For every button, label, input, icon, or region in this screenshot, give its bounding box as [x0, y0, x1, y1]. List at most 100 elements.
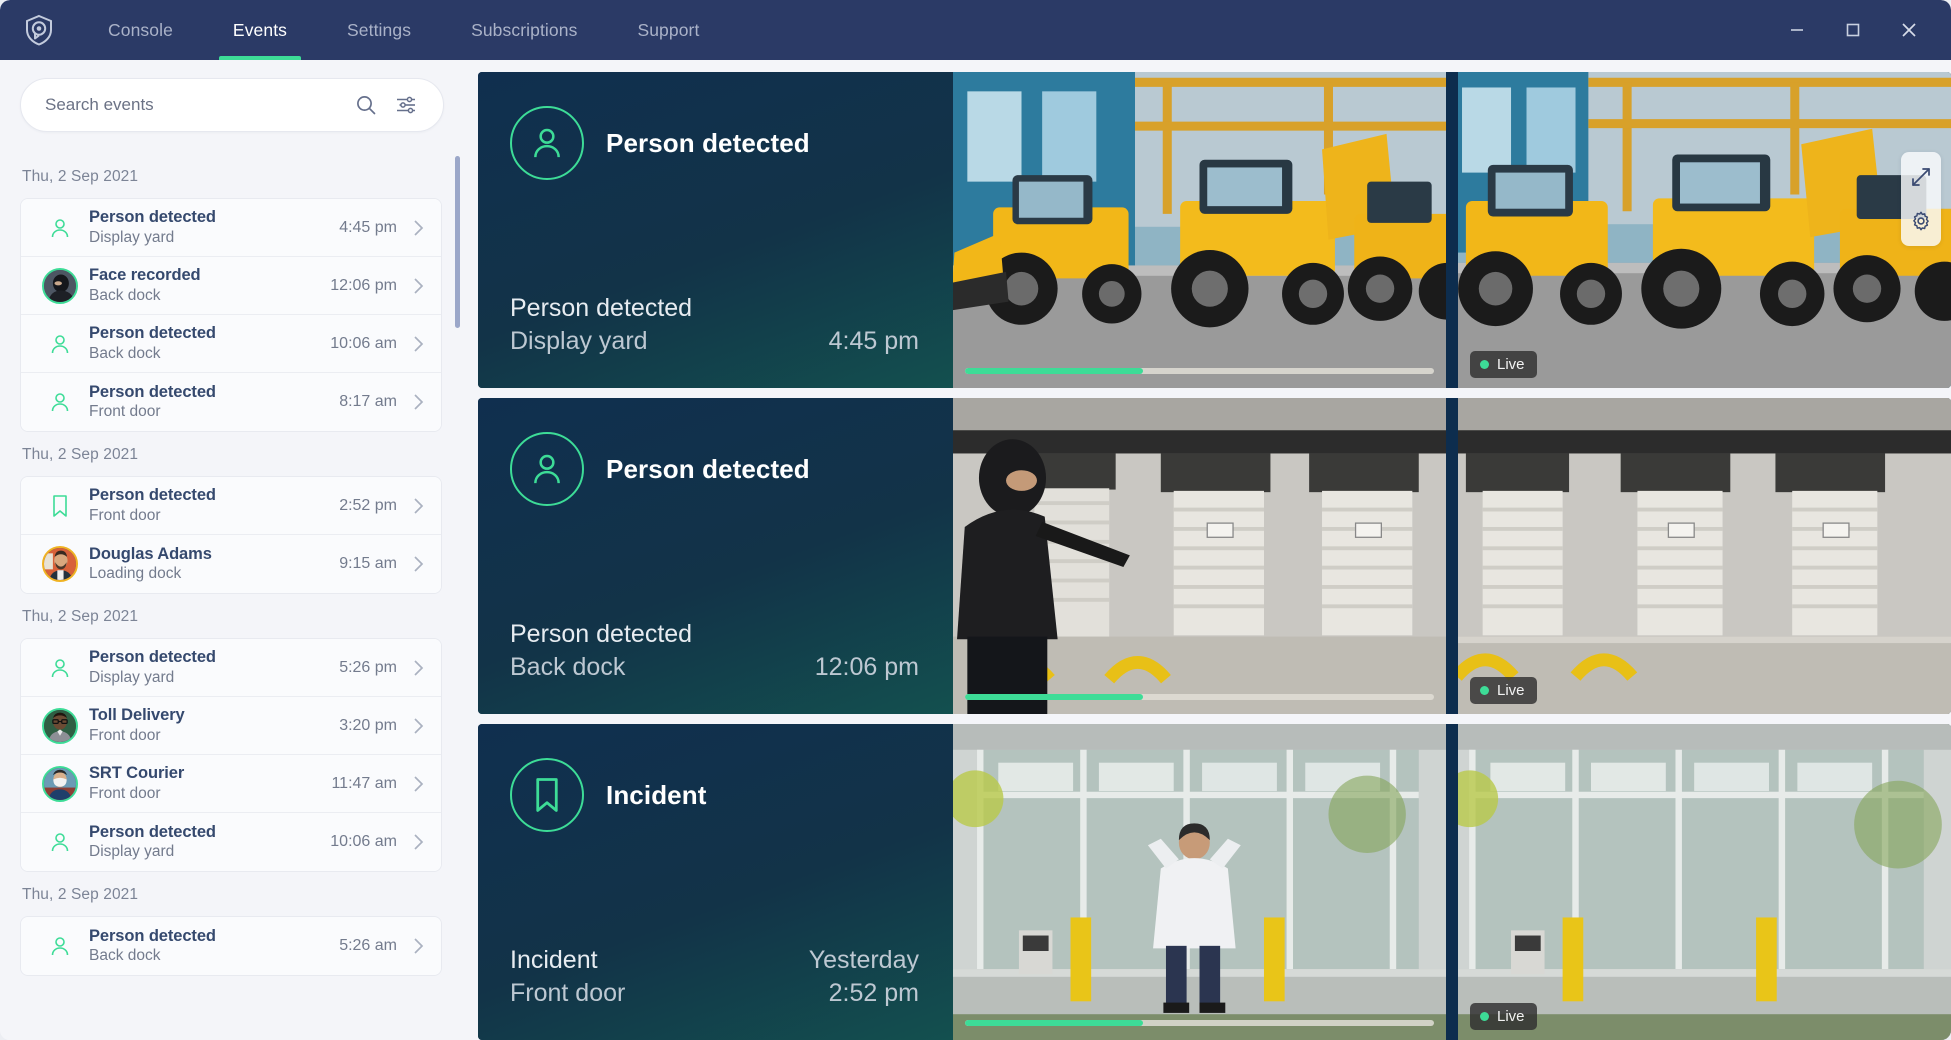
chevron-right-icon[interactable]: [409, 833, 427, 851]
list-item[interactable]: Douglas Adams Loading dock 9:15 am: [21, 535, 441, 593]
event-card-foot-location: Display yard: [510, 327, 648, 355]
scrollbar-thumb[interactable]: [455, 156, 460, 328]
event-title: Person detected: [89, 486, 216, 505]
event-card[interactable]: Person detected Person detected Back doc…: [478, 398, 1951, 714]
settings-button[interactable]: [1906, 206, 1936, 236]
close-button[interactable]: [1881, 0, 1937, 60]
chevron-right-icon[interactable]: [409, 219, 427, 237]
event-title: Person detected: [89, 324, 216, 343]
event-card-title: Incident: [606, 779, 707, 810]
event-card-foot-time: 2:52 pm: [828, 979, 919, 1007]
list-item[interactable]: Person detected Back dock 5:26 am: [21, 917, 441, 975]
list-item[interactable]: Person detected Front door 8:17 am: [21, 373, 441, 431]
video-progress-bar[interactable]: [965, 1020, 1434, 1026]
chevron-right-icon[interactable]: [409, 775, 427, 793]
event-title: SRT Courier: [89, 764, 185, 783]
nav-item-subscriptions[interactable]: Subscriptions: [441, 0, 607, 60]
list-item-text: Person detected Back dock: [89, 926, 339, 967]
video-progress-bar[interactable]: [965, 368, 1434, 374]
search-input[interactable]: [45, 95, 349, 115]
nav-item-console[interactable]: Console: [78, 0, 203, 60]
list-item[interactable]: Person detected Display yard 5:26 pm: [21, 639, 441, 697]
footer-line-1: Incident Yesterday: [510, 944, 919, 977]
maximize-button[interactable]: [1825, 0, 1881, 60]
event-location: Loading dock: [89, 565, 182, 583]
event-card-header: Person detected: [510, 106, 919, 180]
list-item[interactable]: Person detected Display yard 10:06 am: [21, 813, 441, 871]
live-video-pane[interactable]: Live: [1458, 72, 1951, 388]
loading-dock-scene: [953, 398, 1446, 714]
event-card-foot-time: 12:06 pm: [814, 653, 919, 681]
list-item-text: Face recorded Back dock: [89, 265, 330, 306]
event-title: Face recorded: [89, 266, 201, 285]
front-door-scene: [953, 724, 1446, 1040]
event-group: Person detected Back dock 5:26 am: [20, 916, 442, 976]
nav-item-settings[interactable]: Settings: [317, 0, 441, 60]
event-card[interactable]: Person detected Person detected Display …: [478, 72, 1951, 388]
event-card-footer: Person detected Display yard 4:45 pm: [510, 292, 919, 358]
chevron-right-icon[interactable]: [409, 277, 427, 295]
filter-button[interactable]: [389, 88, 423, 122]
minimize-button[interactable]: [1769, 0, 1825, 60]
filter-sliders-icon: [397, 96, 415, 114]
event-group: Person detected Display yard 5:26 pm Tol…: [20, 638, 442, 872]
video-progress-bar[interactable]: [965, 694, 1434, 700]
person-outline-icon: [39, 647, 81, 689]
search-bar[interactable]: [20, 78, 444, 132]
live-dot-icon: [1480, 1012, 1489, 1021]
list-item[interactable]: Person detected Back dock 10:06 am: [21, 315, 441, 373]
nav-item-events[interactable]: Events: [203, 0, 317, 60]
event-card-header: Person detected: [510, 432, 919, 506]
construction-yard-live-scene: [1458, 72, 1951, 388]
chevron-right-icon[interactable]: [409, 497, 427, 515]
list-item[interactable]: Toll Delivery Front door 3:20 pm: [21, 697, 441, 755]
date-header: Thu, 2 Sep 2021: [22, 168, 139, 185]
live-label: Live: [1497, 682, 1525, 699]
live-video-pane[interactable]: Live: [1458, 724, 1951, 1040]
list-item[interactable]: Face recorded Back dock 12:06 pm: [21, 257, 441, 315]
nav-items: Console Events Settings Subscriptions Su…: [78, 0, 729, 60]
footer-line-1: Person detected: [510, 618, 919, 651]
event-card[interactable]: Incident Incident Yesterday Front door 2…: [478, 724, 1951, 1040]
list-item-text: Person detected Display yard: [89, 207, 339, 248]
chevron-right-icon[interactable]: [409, 335, 427, 353]
event-time: 3:20 pm: [339, 716, 397, 734]
recorded-video-pane[interactable]: [953, 72, 1446, 388]
settings-gear-icon: [1913, 211, 1929, 231]
event-card-info: Person detected Person detected Back doc…: [478, 398, 953, 714]
list-item[interactable]: SRT Courier Front door 11:47 am: [21, 755, 441, 813]
sidebar-scrollbar[interactable]: [455, 156, 460, 1040]
footer-line-2: Display yard 4:45 pm: [510, 325, 919, 358]
search-button[interactable]: [349, 88, 383, 122]
nav-item-support[interactable]: Support: [607, 0, 729, 60]
list-item[interactable]: Person detected Front door 2:52 pm: [21, 477, 441, 535]
recorded-video-pane[interactable]: [953, 724, 1446, 1040]
live-status-badge: Live: [1470, 351, 1537, 378]
chevron-right-icon[interactable]: [409, 393, 427, 411]
event-card-media: Live: [953, 72, 1951, 388]
live-label: Live: [1497, 1008, 1525, 1025]
live-label: Live: [1497, 356, 1525, 373]
avatar-masked-courier: [42, 765, 78, 802]
list-item-text: Person detected Front door: [89, 382, 339, 423]
video-tools-panel: [1901, 152, 1941, 246]
list-item[interactable]: Person detected Display yard 4:45 pm: [21, 199, 441, 257]
footer-line-2: Front door 2:52 pm: [510, 977, 919, 1010]
app-logo[interactable]: [0, 0, 78, 60]
chevron-right-icon[interactable]: [409, 555, 427, 573]
event-card-foot-location: Back dock: [510, 653, 626, 681]
recorded-video-pane[interactable]: [953, 398, 1446, 714]
chevron-right-icon[interactable]: [409, 717, 427, 735]
event-title: Person detected: [89, 382, 216, 401]
event-list-scroll-area[interactable]: Thu, 2 Sep 2021 Person detected Display …: [20, 154, 442, 1040]
chevron-right-icon[interactable]: [409, 937, 427, 955]
expand-button[interactable]: [1906, 162, 1936, 192]
live-video-pane[interactable]: Live: [1458, 398, 1951, 714]
nav-label: Events: [232, 19, 288, 40]
person-outline-icon: [510, 432, 584, 506]
event-card-media: Live: [953, 724, 1951, 1040]
event-time: 4:45 pm: [339, 218, 397, 236]
chevron-right-icon[interactable]: [409, 659, 427, 677]
avatar-glasses-man: [42, 707, 78, 744]
video-progress-fill: [965, 1020, 1144, 1026]
